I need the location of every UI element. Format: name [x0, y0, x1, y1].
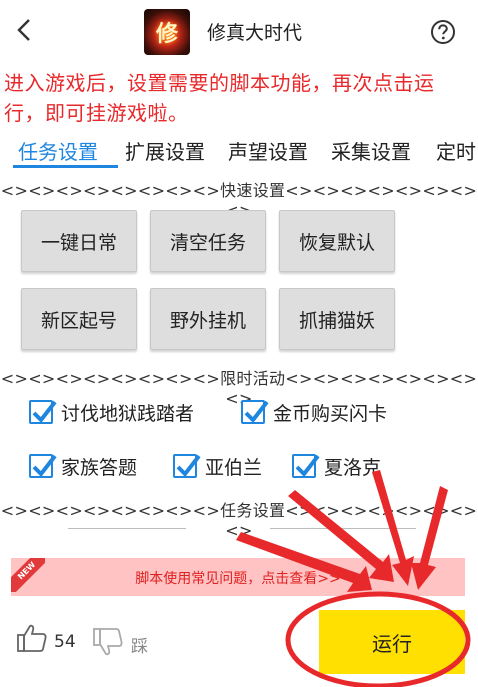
catch-cat-demon-button[interactable]: 抓捕猫妖: [279, 288, 395, 350]
settings-tabs: 任务设置 扩展设置 声望设置 采集设置 定时: [0, 134, 478, 170]
checkbox[interactable]: [292, 454, 320, 478]
task-input-left[interactable]: [68, 528, 186, 529]
help-icon: [431, 20, 455, 44]
event-option[interactable]: 金币购买闪卡: [241, 397, 387, 427]
event-option[interactable]: 夏洛克: [292, 451, 381, 481]
tab-timer-settings[interactable]: 定时: [436, 136, 476, 165]
event-label: 夏洛克: [324, 456, 382, 479]
dislike-label: 踩: [131, 637, 148, 657]
thumbs-down-icon: [93, 628, 123, 656]
event-label: 家族答题: [61, 456, 138, 479]
daily-one-click-button[interactable]: 一键日常: [21, 210, 137, 272]
checkmark-icon: [32, 400, 57, 424]
run-button[interactable]: 运行: [319, 610, 465, 674]
event-option[interactable]: 亚伯兰: [173, 451, 262, 481]
checkmark-icon: [295, 454, 320, 478]
faq-banner[interactable]: 脚本使用常见问题，点击查看>>: [11, 558, 465, 596]
checkbox[interactable]: [29, 400, 57, 424]
app-header: 修 修真大时代: [0, 0, 478, 62]
like-button[interactable]: [16, 622, 48, 654]
restore-defaults-button[interactable]: 恢复默认: [279, 210, 395, 272]
checkbox[interactable]: [173, 454, 201, 478]
checkbox[interactable]: [29, 454, 57, 478]
event-label: 讨伐地狱践踏者: [61, 402, 195, 425]
clear-tasks-button[interactable]: 清空任务: [150, 210, 266, 272]
new-badge: NEW: [11, 558, 45, 592]
new-server-start-button[interactable]: 新区起号: [21, 288, 137, 350]
tab-task-settings[interactable]: 任务设置: [18, 136, 98, 165]
back-button[interactable]: [10, 14, 40, 46]
event-label: 金币购买闪卡: [273, 402, 388, 425]
checkmark-icon: [244, 400, 269, 424]
task-settings-divider: <><><><><><><><>任务设置<><><><><><><><>: [0, 501, 478, 540]
help-button[interactable]: [430, 19, 456, 45]
active-tab-indicator: [13, 165, 118, 168]
instruction-notice: 进入游戏后，设置需要的脚本功能，再次点击运行，即可挂游戏啦。: [4, 71, 435, 125]
tab-extended-settings[interactable]: 扩展设置: [125, 136, 205, 165]
app-logo: 修: [144, 9, 190, 55]
dislike-button[interactable]: [92, 626, 124, 658]
app-title: 修真大时代: [207, 22, 303, 44]
checkmark-icon: [32, 454, 57, 478]
tab-gather-settings[interactable]: 采集设置: [331, 136, 411, 165]
faq-link-text: 脚本使用常见问题，点击查看>>: [135, 571, 341, 587]
field-idle-button[interactable]: 野外挂机: [150, 288, 266, 350]
like-count: 54: [54, 632, 76, 652]
thumbs-up-icon: [17, 624, 47, 652]
event-option[interactable]: 讨伐地狱践踏者: [29, 397, 194, 427]
checkbox[interactable]: [241, 400, 269, 424]
event-label: 亚伯兰: [205, 456, 263, 479]
task-input-right[interactable]: [270, 528, 416, 529]
tab-reputation-settings[interactable]: 声望设置: [228, 136, 308, 165]
event-option[interactable]: 家族答题: [29, 451, 137, 481]
checkmark-icon: [176, 454, 201, 478]
back-arrow-icon: [17, 19, 30, 41]
